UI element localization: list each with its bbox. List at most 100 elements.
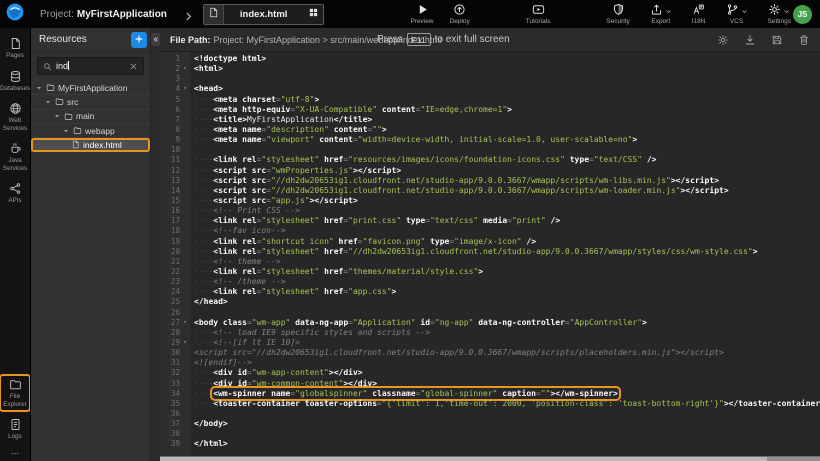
code-line[interactable]: 35····<toaster-container toaster-options… bbox=[160, 399, 820, 409]
code-line[interactable]: 25</head> bbox=[160, 297, 820, 307]
code-text: ····<script src="//dh2dw20653ig1.cloudfr… bbox=[190, 176, 719, 186]
line-number: 8 bbox=[160, 125, 190, 135]
sidebar-bottom-group: File Explorer Logs bbox=[0, 375, 30, 444]
fold-marker[interactable]: ▾ bbox=[180, 338, 190, 348]
code-text: <!doctype html> bbox=[190, 54, 266, 64]
fold-marker[interactable]: ▾ bbox=[180, 64, 190, 74]
delete-file-button[interactable] bbox=[798, 34, 810, 46]
export-button[interactable]: Export bbox=[650, 3, 672, 25]
line-number: 23 bbox=[160, 277, 190, 287]
download-file-button[interactable] bbox=[744, 34, 756, 46]
code-line[interactable]: 1<!doctype html> bbox=[160, 54, 820, 64]
code-line[interactable]: 13····<script src="//dh2dw20653ig1.cloud… bbox=[160, 176, 820, 186]
code-line[interactable]: 36 bbox=[160, 409, 820, 419]
code-text: <script src="//dh2dw20653ig1.cloudfront.… bbox=[190, 348, 724, 358]
code-text: ····<script src="app.js"></script> bbox=[190, 196, 358, 206]
tree-item-webapp[interactable]: webapp bbox=[31, 124, 150, 138]
i18n-button[interactable]: I18N bbox=[692, 3, 706, 25]
preview-button[interactable]: Preview bbox=[410, 3, 433, 25]
code-line[interactable]: 15····<script src="app.js"></script> bbox=[160, 196, 820, 206]
tab-index-html[interactable]: index.html bbox=[203, 4, 325, 25]
code-line[interactable]: 17····<link rel="stylesheet" href="print… bbox=[160, 216, 820, 226]
code-line[interactable]: 34····<wm-spinner name="globalspinner" c… bbox=[160, 389, 820, 399]
collapse-panel-button[interactable] bbox=[151, 33, 160, 46]
vcs-button[interactable]: VCS bbox=[726, 3, 748, 25]
code-line[interactable]: 31<![endif]--> bbox=[160, 358, 820, 368]
folder-icon bbox=[55, 97, 64, 106]
code-line[interactable]: 8····<meta name="description" content=""… bbox=[160, 125, 820, 135]
code-text bbox=[190, 409, 194, 419]
databases-icon bbox=[9, 70, 22, 83]
tree-item-index.html[interactable]: index.html bbox=[31, 138, 150, 152]
code-line[interactable]: 2▾<html> bbox=[160, 64, 820, 74]
code-line[interactable]: 18····<!--fav icon--> bbox=[160, 226, 820, 236]
sidebar-item-databases[interactable]: Databases bbox=[0, 67, 30, 96]
sidebar-item-pages[interactable]: Pages bbox=[0, 34, 30, 63]
tutorials-button[interactable]: Tutorials bbox=[526, 3, 551, 25]
horizontal-scrollbar[interactable] bbox=[160, 456, 820, 461]
code-text: ····<link rel="shortcut icon" href="favi… bbox=[190, 237, 536, 247]
fold-marker[interactable]: ▾ bbox=[180, 318, 190, 328]
code-line[interactable]: 21····<!-- theme --> bbox=[160, 257, 820, 267]
code-line[interactable]: 32····<div id="wm-app-content"></div> bbox=[160, 368, 820, 378]
code-line[interactable]: 38 bbox=[160, 429, 820, 439]
code-line[interactable]: 24····<link rel="stylesheet" href="app.c… bbox=[160, 287, 820, 297]
code-line[interactable]: 9····<meta name="viewport" content="widt… bbox=[160, 135, 820, 145]
code-line[interactable]: 5····<meta charset="utf-8"> bbox=[160, 95, 820, 105]
code-line[interactable]: 4▾<head> bbox=[160, 84, 820, 94]
code-line[interactable]: 14····<script src="//dh2dw20653ig1.cloud… bbox=[160, 186, 820, 196]
code-line[interactable]: 22····<link rel="stylesheet" href="theme… bbox=[160, 267, 820, 277]
code-line[interactable]: 28····<!-- load IE9 specific styles and … bbox=[160, 328, 820, 338]
vcs-button-label: VCS bbox=[730, 18, 743, 25]
sidebar-item-logs[interactable]: Logs bbox=[0, 415, 30, 444]
sidebar-item-apis[interactable]: APIs bbox=[0, 179, 30, 208]
folder-icon bbox=[64, 112, 73, 121]
sidebar-item-file-explorer[interactable]: File Explorer bbox=[0, 375, 30, 411]
code-line[interactable]: 10 bbox=[160, 145, 820, 155]
save-file-button[interactable] bbox=[771, 34, 783, 46]
code-text: <head> bbox=[190, 84, 223, 94]
caret-icon bbox=[665, 8, 672, 15]
code-text: ····<!--[if lt IE 10]> bbox=[190, 338, 300, 348]
code-line[interactable]: 27▾<body class="wm-app" data-ng-app="App… bbox=[160, 318, 820, 328]
code-line[interactable]: 33····<div id="wm-common-content"></div> bbox=[160, 379, 820, 389]
code-line[interactable]: 29▾····<!--[if lt IE 10]> bbox=[160, 338, 820, 348]
avatar[interactable]: JS bbox=[793, 5, 812, 24]
sidebar-item-web-services[interactable]: Web Services bbox=[0, 99, 30, 135]
tree-item-label: main bbox=[76, 111, 94, 121]
code-line[interactable]: 19····<link rel="shortcut icon" href="fa… bbox=[160, 237, 820, 247]
code-line[interactable]: 39</html> bbox=[160, 439, 820, 449]
code-line[interactable]: 3 bbox=[160, 74, 820, 84]
deploy-button[interactable]: Deploy bbox=[450, 3, 470, 25]
sidebar-item-java-services[interactable]: Java Services bbox=[0, 139, 30, 175]
caret-icon bbox=[783, 8, 790, 15]
more-options-icon[interactable] bbox=[8, 449, 22, 458]
tree-item-MyFirstApplication[interactable]: MyFirstApplication bbox=[31, 81, 150, 95]
clear-search-icon[interactable] bbox=[129, 62, 138, 71]
line-number: 39 bbox=[160, 439, 190, 449]
settings-button[interactable]: Settings bbox=[768, 3, 792, 25]
code-line[interactable]: 11····<link rel="stylesheet" href="resou… bbox=[160, 155, 820, 165]
code-area[interactable]: 1<!doctype html>2▾<html>34▾<head>5····<m… bbox=[160, 52, 820, 461]
file-settings-button[interactable] bbox=[717, 34, 729, 46]
code-line[interactable]: 7····<title>MyFirstApplication</title> bbox=[160, 115, 820, 125]
code-line[interactable]: 12····<script src="wmProperties.js"></sc… bbox=[160, 166, 820, 176]
add-resource-button[interactable] bbox=[131, 32, 147, 48]
code-line[interactable]: 37</body> bbox=[160, 419, 820, 429]
tree-item-main[interactable]: main bbox=[31, 110, 150, 124]
code-line[interactable]: 30<script src="//dh2dw20653ig1.cloudfron… bbox=[160, 348, 820, 358]
code-line[interactable]: 26 bbox=[160, 308, 820, 318]
wavemaker-logo[interactable] bbox=[0, 0, 30, 28]
code-text: ····<!-- Print CSS --> bbox=[190, 206, 300, 216]
code-line[interactable]: 23····<!-- /theme --> bbox=[160, 277, 820, 287]
tree-item-src[interactable]: src bbox=[31, 95, 150, 109]
security-button[interactable]: Security bbox=[606, 3, 629, 25]
code-line[interactable]: 16····<!-- Print CSS --> bbox=[160, 206, 820, 216]
fold-marker[interactable]: ▾ bbox=[180, 84, 190, 94]
scrollbar-thumb[interactable] bbox=[160, 457, 767, 461]
grid-icon[interactable] bbox=[303, 5, 323, 24]
code-text: ····<link rel="stylesheet" href="resourc… bbox=[190, 155, 656, 165]
code-line[interactable]: 20····<link rel="stylesheet" href="//dh2… bbox=[160, 247, 820, 257]
resources-search-input[interactable]: ind bbox=[37, 57, 144, 75]
code-line[interactable]: 6····<meta http-equiv="X-UA-Compatible" … bbox=[160, 105, 820, 115]
